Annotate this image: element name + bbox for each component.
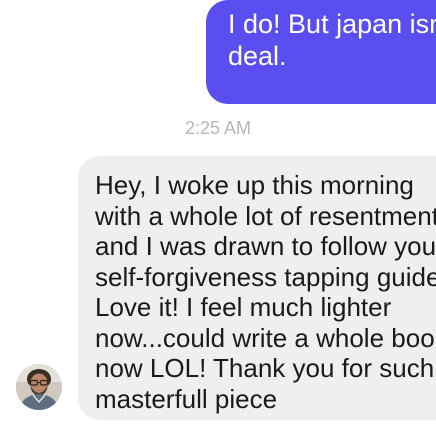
incoming-message-line: now LOL! Thank you for such	[95, 353, 435, 383]
incoming-message-line: now...could write a whole book	[95, 322, 436, 353]
sender-avatar[interactable]	[16, 364, 62, 410]
incoming-message-line: masterfull piece	[95, 383, 278, 414]
incoming-message-line: with a whole lot of resentment,	[95, 200, 436, 231]
avatar-photo-icon	[16, 364, 62, 410]
message-thread: I do! But japan isn't deal. 2:25 AM Hey,…	[0, 0, 436, 436]
incoming-message-line: Love it! I feel much lighter	[95, 292, 392, 322]
outgoing-message-bubble[interactable]: I do! But japan isn't deal.	[206, 0, 436, 104]
incoming-message-line: and I was drawn to follow your	[95, 231, 436, 261]
incoming-message-line: self-forgiveness tapping guide!	[95, 261, 436, 292]
outgoing-message-line: I do! But japan isn't	[228, 9, 436, 39]
message-timestamp: 2:25 AM	[184, 118, 252, 138]
incoming-message-line: Hey, I woke up this morning	[95, 170, 414, 200]
outgoing-message-line: deal.	[228, 41, 287, 71]
incoming-message-bubble[interactable]: Hey, I woke up this morning with a whole…	[78, 156, 436, 420]
